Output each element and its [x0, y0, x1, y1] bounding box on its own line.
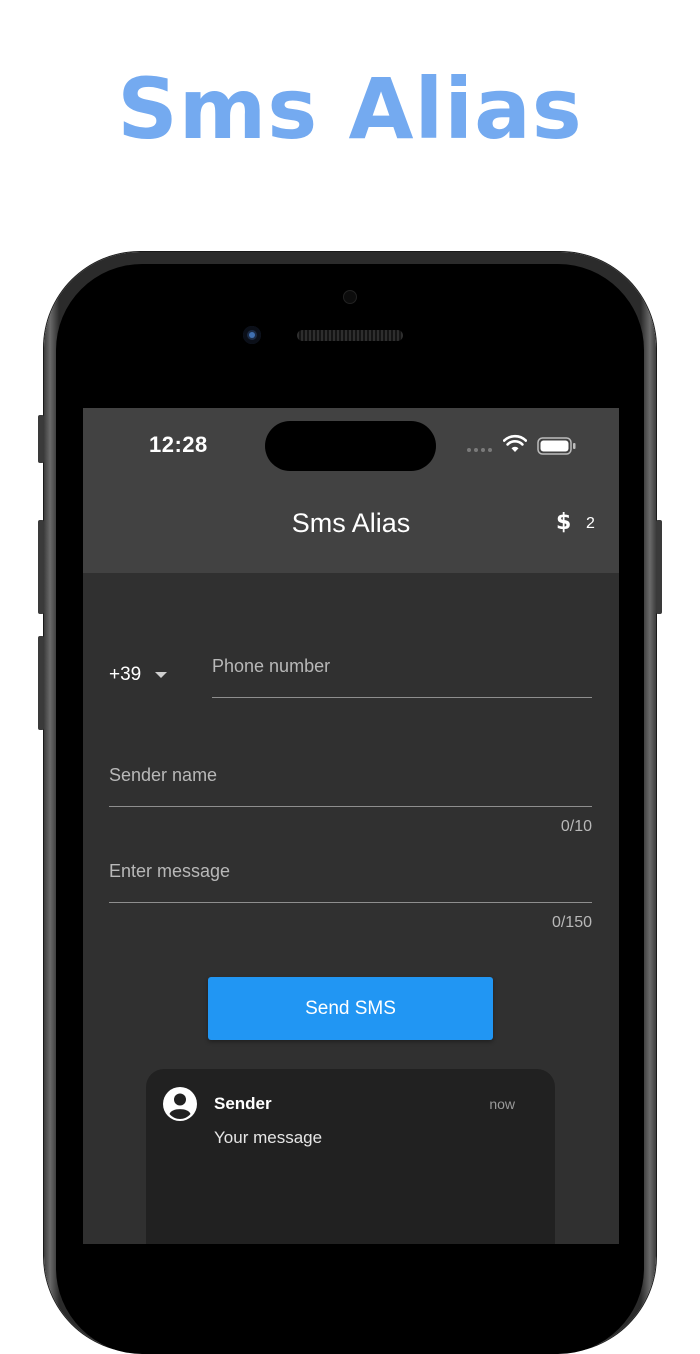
- dollar-icon[interactable]: $: [556, 510, 571, 535]
- promo-headline: Sms Alias: [117, 60, 583, 158]
- dynamic-island: [265, 421, 436, 471]
- app-screen: 12:28 Sms Alias $ 2 +39 Phone number Sen…: [83, 408, 619, 1244]
- sender-name-field[interactable]: Sender name: [109, 765, 592, 807]
- front-camera: [243, 326, 261, 344]
- send-sms-button[interactable]: Send SMS: [208, 977, 493, 1040]
- earpiece-speaker: [297, 330, 403, 341]
- message-counter: 0/150: [551, 914, 592, 931]
- volume-up-button: [38, 520, 44, 614]
- sender-name-counter: 0/10: [560, 818, 592, 835]
- proximity-sensor: [343, 290, 357, 304]
- credits-count: 2: [586, 515, 595, 532]
- country-code-dropdown[interactable]: +39: [109, 664, 168, 686]
- country-code-value: +39: [109, 664, 142, 685]
- cellular-signal-icon: [467, 448, 492, 452]
- preview-sender: Sender: [214, 1094, 272, 1113]
- preview-message: Your message: [214, 1128, 323, 1147]
- status-time: 12:28: [149, 432, 208, 457]
- sender-name-placeholder: Sender name: [109, 765, 218, 785]
- sms-preview-card: Sender now Your message: [146, 1069, 555, 1244]
- preview-time: now: [489, 1096, 515, 1112]
- battery-icon: [537, 437, 576, 455]
- wifi-icon: [503, 434, 527, 452]
- silent-switch: [38, 415, 44, 463]
- dropdown-arrow-icon: [155, 672, 168, 678]
- message-placeholder: Enter message: [109, 861, 231, 881]
- power-button: [656, 520, 662, 614]
- app-bar: 12:28 Sms Alias $ 2: [83, 408, 619, 573]
- phone-number-field[interactable]: Phone number: [212, 656, 592, 698]
- message-field[interactable]: Enter message: [109, 861, 592, 903]
- phone-number-placeholder: Phone number: [212, 656, 331, 676]
- volume-down-button: [38, 636, 44, 730]
- app-title: Sms Alias: [291, 508, 411, 538]
- account-circle-icon: [163, 1087, 197, 1121]
